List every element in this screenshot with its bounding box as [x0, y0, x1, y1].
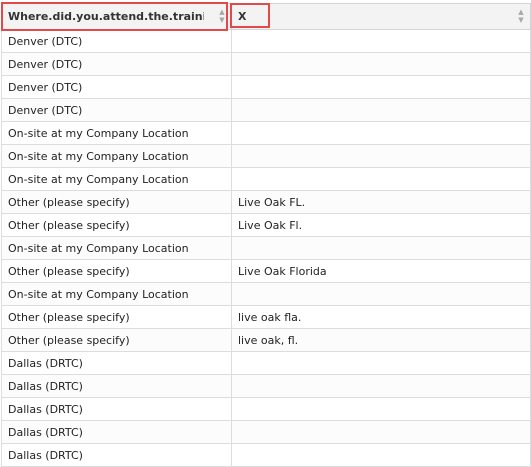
table-row[interactable]: Other (please specify) live oak fla.: [1, 305, 531, 329]
cell-x[interactable]: Live Oak FL.: [231, 190, 531, 214]
table-row[interactable]: On-site at my Company Location: [1, 236, 531, 260]
table-row[interactable]: Other (please specify) Live Oak Florida: [1, 259, 531, 283]
cell-location[interactable]: On-site at my Company Location: [1, 236, 232, 260]
cell-x[interactable]: live oak fla.: [231, 305, 531, 329]
cell-location[interactable]: Dallas (DRTC): [1, 397, 232, 421]
cell-location[interactable]: Other (please specify): [1, 259, 232, 283]
table-row[interactable]: Dallas (DRTC): [1, 443, 531, 467]
column-header-x[interactable]: X ▲ ▼: [231, 3, 531, 30]
cell-location[interactable]: On-site at my Company Location: [1, 121, 232, 145]
cell-x[interactable]: [231, 144, 531, 168]
cell-location[interactable]: Denver (DTC): [1, 29, 232, 53]
table-row[interactable]: On-site at my Company Location: [1, 282, 531, 306]
cell-x[interactable]: [231, 98, 531, 122]
cell-location[interactable]: Denver (DTC): [1, 52, 232, 76]
table-body: Denver (DTC) Denver (DTC) Denver (DTC) Denv…: [1, 29, 531, 467]
table-row[interactable]: Denver (DTC): [1, 52, 531, 76]
cell-location[interactable]: Dallas (DRTC): [1, 351, 232, 375]
table-row[interactable]: Denver (DTC): [1, 75, 531, 99]
cell-location[interactable]: Other (please specify): [1, 328, 232, 352]
cell-location[interactable]: On-site at my Company Location: [1, 282, 232, 306]
cell-x[interactable]: [231, 282, 531, 306]
cell-x[interactable]: [231, 121, 531, 145]
cell-x[interactable]: [231, 52, 531, 76]
cell-location[interactable]: Dallas (DRTC): [1, 420, 232, 444]
cell-x[interactable]: [231, 351, 531, 375]
cell-location[interactable]: On-site at my Company Location: [1, 167, 232, 191]
cell-x[interactable]: live oak, fl.: [231, 328, 531, 352]
table-row[interactable]: Dallas (DRTC): [1, 420, 531, 444]
cell-x[interactable]: [231, 167, 531, 191]
table-row[interactable]: Denver (DTC): [1, 98, 531, 122]
cell-x[interactable]: [231, 29, 531, 53]
table-row[interactable]: Dallas (DRTC): [1, 374, 531, 398]
cell-x[interactable]: [231, 75, 531, 99]
data-table: Where.did.you.attend.the.training.course…: [1, 3, 531, 467]
column-header-label: Where.did.you.attend.the.training.course…: [8, 10, 204, 24]
table-row[interactable]: Other (please specify) Live Oak Fl.: [1, 213, 531, 237]
sort-up-down-icon[interactable]: ▲ ▼: [517, 8, 525, 24]
cell-x[interactable]: [231, 374, 531, 398]
table-row[interactable]: On-site at my Company Location: [1, 121, 531, 145]
cell-location[interactable]: Denver (DTC): [1, 75, 232, 99]
table-row[interactable]: On-site at my Company Location: [1, 167, 531, 191]
cell-x[interactable]: Live Oak Florida: [231, 259, 531, 283]
cell-x[interactable]: [231, 420, 531, 444]
cell-x[interactable]: [231, 443, 531, 467]
table-row[interactable]: On-site at my Company Location: [1, 144, 531, 168]
data-grid-view: Where.did.you.attend.the.training.course…: [0, 0, 531, 467]
table-row[interactable]: Dallas (DRTC): [1, 397, 531, 421]
table-row[interactable]: Dallas (DRTC): [1, 351, 531, 375]
cell-location[interactable]: On-site at my Company Location: [1, 144, 232, 168]
column-header-label: X: [238, 10, 247, 24]
cell-location[interactable]: Other (please specify): [1, 305, 232, 329]
cell-x[interactable]: Live Oak Fl.: [231, 213, 531, 237]
table-row[interactable]: Other (please specify) live oak, fl.: [1, 328, 531, 352]
sort-up-down-icon[interactable]: ▲ ▼: [218, 8, 226, 24]
cell-location[interactable]: Denver (DTC): [1, 98, 232, 122]
table-row[interactable]: Denver (DTC): [1, 29, 531, 53]
cell-location[interactable]: Other (please specify): [1, 190, 232, 214]
cell-location[interactable]: Dallas (DRTC): [1, 374, 232, 398]
cell-location[interactable]: Dallas (DRTC): [1, 443, 232, 467]
cell-location[interactable]: Other (please specify): [1, 213, 232, 237]
cell-x[interactable]: [231, 397, 531, 421]
column-header-location[interactable]: Where.did.you.attend.the.training.course…: [1, 3, 232, 30]
table-row[interactable]: Other (please specify) Live Oak FL.: [1, 190, 531, 214]
cell-x[interactable]: [231, 236, 531, 260]
header-row: Where.did.you.attend.the.training.course…: [1, 3, 531, 30]
